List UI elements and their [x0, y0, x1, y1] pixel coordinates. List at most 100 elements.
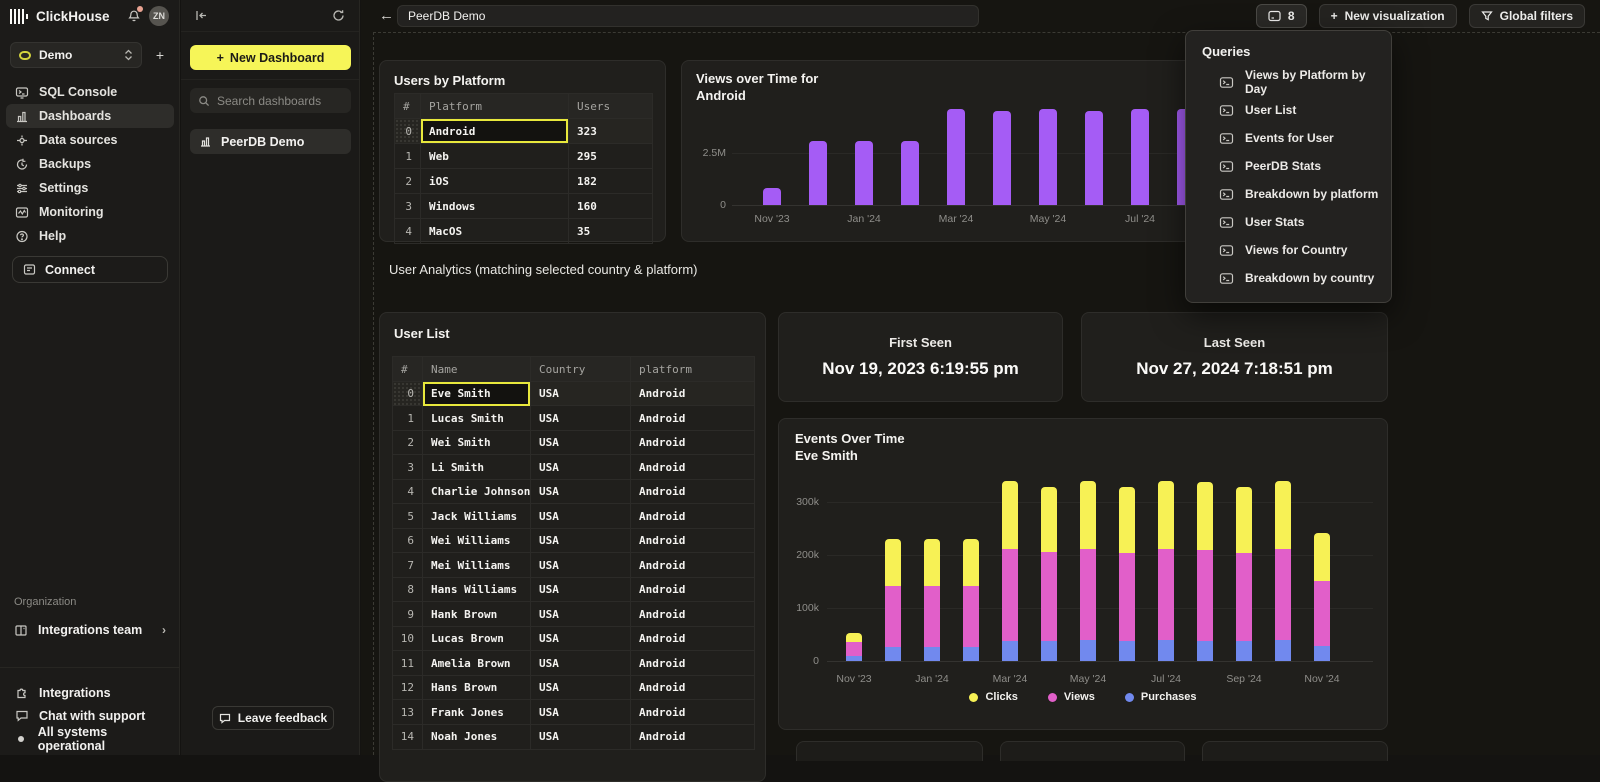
user-avatar[interactable]: ZN	[149, 6, 169, 26]
table-cell[interactable]: Windows	[421, 194, 569, 218]
table-cell[interactable]: 10	[393, 627, 423, 652]
table-cell[interactable]: Wei Smith	[423, 431, 531, 456]
table-cell[interactable]: Android	[631, 676, 754, 701]
dashboard-list-item[interactable]: PeerDB Demo	[190, 129, 351, 154]
leave-feedback-button[interactable]: Leave feedback	[212, 706, 334, 730]
table-row[interactable]: 0Eve SmithUSAAndroid	[393, 382, 754, 407]
table-cell[interactable]: USA	[531, 725, 631, 750]
table-cell[interactable]: USA	[531, 431, 631, 456]
table-row[interactable]: 2Wei SmithUSAAndroid	[393, 431, 754, 456]
table-cell[interactable]: 13	[393, 700, 423, 725]
stacked-bar[interactable]	[1275, 481, 1291, 661]
table-cell[interactable]: Amelia Brown	[423, 651, 531, 676]
table-row[interactable]: 3Windows160	[395, 194, 652, 219]
table-cell[interactable]: USA	[531, 553, 631, 578]
stacked-bar[interactable]	[1197, 482, 1213, 661]
table-cell[interactable]: USA	[531, 529, 631, 554]
global-filters-button[interactable]: Global filters	[1469, 4, 1585, 28]
table-cell[interactable]: Hank Brown	[423, 602, 531, 627]
table-cell[interactable]: MacOS	[421, 219, 569, 243]
table-cell[interactable]: 323	[569, 119, 652, 143]
table-cell[interactable]: 5	[393, 504, 423, 529]
dashboard-title-input[interactable]	[397, 5, 979, 27]
chart-bar[interactable]	[1085, 111, 1103, 205]
table-cell[interactable]: Hans Brown	[423, 676, 531, 701]
table-row[interactable]: 7Mei WilliamsUSAAndroid	[393, 553, 754, 578]
table-row[interactable]: 4Charlie JohnsonUSAAndroid	[393, 480, 754, 505]
table-row[interactable]: 2iOS182	[395, 169, 652, 194]
table-cell[interactable]: 2	[395, 169, 421, 193]
table-cell[interactable]: 14	[393, 725, 423, 750]
table-cell[interactable]: Frank Jones	[423, 700, 531, 725]
sidebar-item-monitoring[interactable]: Monitoring	[6, 200, 174, 224]
stacked-bar[interactable]	[1080, 481, 1096, 661]
table-cell[interactable]: Charlie Johnson	[423, 480, 531, 505]
sidebar-item-help[interactable]: Help	[6, 224, 174, 248]
table-row[interactable]: 1Lucas SmithUSAAndroid	[393, 406, 754, 431]
stacked-bar[interactable]	[1158, 481, 1174, 661]
table-cell[interactable]: Android	[631, 553, 754, 578]
search-dashboards-input[interactable]	[217, 94, 327, 108]
table-cell[interactable]: USA	[531, 504, 631, 529]
table-cell[interactable]: 11	[393, 651, 423, 676]
search-dashboards-box[interactable]	[190, 88, 351, 113]
table-cell[interactable]: 4	[393, 480, 423, 505]
stacked-bar[interactable]	[846, 633, 862, 661]
table-cell[interactable]: Lucas Brown	[423, 627, 531, 652]
table-cell[interactable]: Android	[631, 725, 754, 750]
table-cell[interactable]: Jack Williams	[423, 504, 531, 529]
table-cell[interactable]: Noah Jones	[423, 725, 531, 750]
table-row[interactable]: 8Hans WilliamsUSAAndroid	[393, 578, 754, 603]
table-row[interactable]: 9Hank BrownUSAAndroid	[393, 602, 754, 627]
table-cell[interactable]: 295	[569, 144, 652, 168]
table-cell[interactable]: iOS	[421, 169, 569, 193]
table-cell[interactable]: USA	[531, 455, 631, 480]
table-cell[interactable]: Android	[421, 119, 569, 143]
table-cell[interactable]: 1	[395, 144, 421, 168]
table-cell[interactable]: USA	[531, 578, 631, 603]
table-cell[interactable]: 8	[393, 578, 423, 603]
table-cell[interactable]: Android	[631, 455, 754, 480]
table-cell[interactable]: Android	[631, 406, 754, 431]
table-row[interactable]: 1Web295	[395, 144, 652, 169]
table-row[interactable]: 3Li SmithUSAAndroid	[393, 455, 754, 480]
table-cell[interactable]: USA	[531, 480, 631, 505]
table-row[interactable]: 12Hans BrownUSAAndroid	[393, 676, 754, 701]
query-item-events-for-user[interactable]: Events for User	[1186, 124, 1391, 152]
add-service-button[interactable]: +	[150, 45, 170, 65]
organization-team-item[interactable]: Integrations team ›	[6, 618, 174, 642]
chart-bar[interactable]	[947, 109, 965, 205]
table-cell[interactable]: 182	[569, 169, 652, 193]
table-cell[interactable]: USA	[531, 627, 631, 652]
query-item-views-by-platform-by-day[interactable]: Views by Platform by Day	[1186, 68, 1391, 96]
footer-item-all-systems-operational[interactable]: All systems operational	[6, 727, 174, 750]
notifications-bell-icon[interactable]	[127, 9, 141, 23]
table-cell[interactable]: USA	[531, 651, 631, 676]
table-row[interactable]: 5Jack WilliamsUSAAndroid	[393, 504, 754, 529]
sidebar-item-dashboards[interactable]: Dashboards	[6, 104, 174, 128]
chart-bar[interactable]	[993, 111, 1011, 205]
chart-bar[interactable]	[855, 141, 873, 205]
stacked-bar[interactable]	[1041, 487, 1057, 661]
query-item-views-for-country[interactable]: Views for Country	[1186, 236, 1391, 264]
query-item-user-stats[interactable]: User Stats	[1186, 208, 1391, 236]
refresh-icon[interactable]	[332, 9, 345, 22]
stacked-bar[interactable]	[1119, 487, 1135, 661]
table-cell[interactable]: 0	[393, 382, 423, 407]
stacked-bar[interactable]	[963, 539, 979, 661]
back-arrow-icon[interactable]: ←	[379, 7, 394, 24]
query-item-breakdown-by-platform[interactable]: Breakdown by platform	[1186, 180, 1391, 208]
table-cell[interactable]: Android	[631, 504, 754, 529]
table-cell[interactable]: USA	[531, 602, 631, 627]
collapse-panel-icon[interactable]	[195, 9, 208, 22]
chart-bar[interactable]	[809, 141, 827, 205]
table-row[interactable]: 4MacOS35	[395, 219, 652, 243]
table-cell[interactable]: 6	[393, 529, 423, 554]
chart-bar[interactable]	[763, 188, 781, 205]
new-visualization-button[interactable]: + New visualization	[1319, 4, 1457, 28]
chart-bar[interactable]	[1131, 109, 1149, 205]
query-item-peerdb-stats[interactable]: PeerDB Stats	[1186, 152, 1391, 180]
stacked-bar[interactable]	[924, 539, 940, 661]
table-row[interactable]: 10Lucas BrownUSAAndroid	[393, 627, 754, 652]
table-cell[interactable]: 12	[393, 676, 423, 701]
